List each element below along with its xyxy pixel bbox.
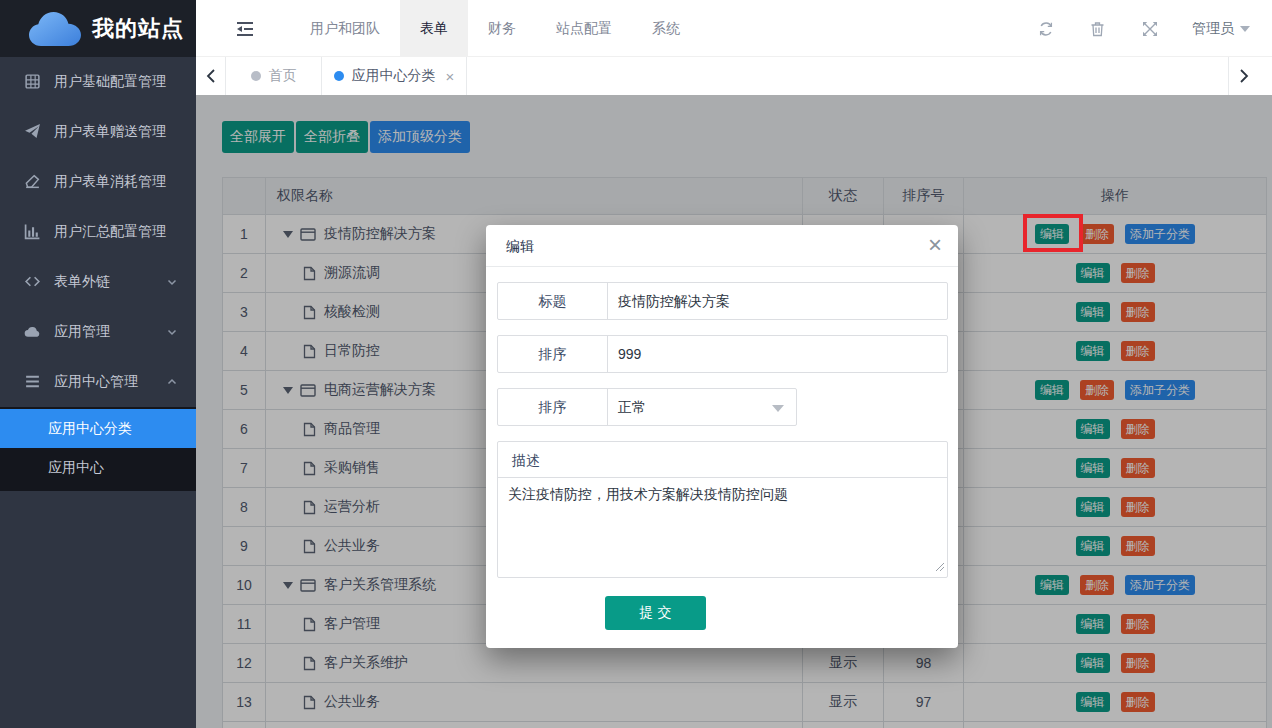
- modal-title: 编辑: [486, 225, 958, 267]
- top-nav-item-1[interactable]: 表单: [400, 0, 468, 57]
- bar-chart-icon: [24, 223, 42, 241]
- select-caret-icon: [772, 405, 784, 412]
- sidebar-item-label: 应用中心管理: [54, 373, 138, 391]
- admin-label: 管理员: [1192, 20, 1234, 36]
- fullscreen-icon[interactable]: [1142, 21, 1158, 37]
- resize-handle-icon[interactable]: [935, 559, 945, 575]
- submit-button[interactable]: 提 交: [605, 596, 706, 630]
- sidebar-item-label: 表单外链: [54, 273, 110, 291]
- sidebar-item-1[interactable]: 用户表单赠送管理: [0, 107, 196, 157]
- collapse-sidebar-icon[interactable]: [234, 18, 256, 40]
- modal-header: 编辑 ×: [486, 225, 958, 267]
- tab-label: 首页: [269, 67, 297, 85]
- top-nav-item-3[interactable]: 站点配置: [536, 0, 632, 57]
- modal-close-icon[interactable]: ×: [928, 231, 942, 259]
- cloud-icon: [24, 323, 42, 341]
- sidebar-menu: 用户基础配置管理用户表单赠送管理用户表单消耗管理用户汇总配置管理表单外链应用管理…: [0, 57, 196, 491]
- field-label: 排序: [498, 336, 608, 372]
- sidebar-item-label: 用户基础配置管理: [54, 73, 166, 91]
- chevron-up-icon: [166, 376, 178, 388]
- tab-1[interactable]: 应用中心分类 ×: [322, 57, 467, 95]
- sidebar-item-2[interactable]: 用户表单消耗管理: [0, 157, 196, 207]
- app-root: 我的站点 用户基础配置管理用户表单赠送管理用户表单消耗管理用户汇总配置管理表单外…: [0, 0, 1272, 728]
- tab-label: 应用中心分类: [352, 67, 436, 85]
- sidebar: 我的站点 用户基础配置管理用户表单赠送管理用户表单消耗管理用户汇总配置管理表单外…: [0, 0, 196, 728]
- field-input[interactable]: 999: [608, 336, 947, 372]
- field-label: 标题: [498, 283, 608, 319]
- tabs-scroll-left[interactable]: [196, 57, 226, 95]
- admin-menu[interactable]: 管理员: [1192, 0, 1250, 57]
- tab-status-dot: [251, 71, 261, 81]
- send-icon: [24, 123, 42, 141]
- edit-modal: 编辑 × 标题疫情防控解决方案排序999排序正常描述关注疫情防控，用技术方案解决…: [486, 225, 958, 648]
- tab-close-icon[interactable]: ×: [446, 68, 455, 85]
- top-nav-item-0[interactable]: 用户和团队: [290, 0, 400, 57]
- tab-status-dot: [334, 71, 344, 81]
- sidebar-submenu: 应用中心分类应用中心: [0, 407, 196, 491]
- logo-area: 我的站点: [0, 0, 196, 57]
- field-select[interactable]: 正常: [608, 389, 796, 425]
- eraser-icon: [24, 173, 42, 191]
- top-nav-item-4[interactable]: 系统: [632, 0, 700, 57]
- sidebar-item-0[interactable]: 用户基础配置管理: [0, 57, 196, 107]
- form-field-1: 排序999: [497, 335, 948, 373]
- annotation-highlight: [1023, 214, 1083, 252]
- trash-icon[interactable]: [1090, 21, 1106, 37]
- form-field-2: 排序正常: [497, 388, 797, 426]
- site-title: 我的站点: [92, 14, 184, 44]
- top-nav-item-2[interactable]: 财务: [468, 0, 536, 57]
- topbar: 用户和团队表单财务站点配置系统: [196, 0, 1272, 57]
- field-label: 排序: [498, 389, 608, 425]
- tabs-scroll-right[interactable]: [1228, 57, 1272, 95]
- form-field-3: 描述关注疫情防控，用技术方案解决疫情防控问题: [497, 441, 948, 578]
- field-input[interactable]: 疫情防控解决方案: [608, 283, 947, 319]
- caret-down-icon: [1240, 26, 1250, 32]
- sidebar-item-label: 用户表单消耗管理: [54, 173, 166, 191]
- form-field-0: 标题疫情防控解决方案: [497, 282, 948, 320]
- top-nav: 用户和团队表单财务站点配置系统: [290, 0, 700, 57]
- content-area: 全部展开 全部折叠 添加顶级分类 权限名称状态排序号操作 1疫情防控解决方案编辑…: [196, 95, 1272, 728]
- tabbar: 首页 应用中心分类 ×: [196, 57, 1272, 95]
- cloud-logo-icon: [28, 10, 82, 48]
- sidebar-item-3[interactable]: 用户汇总配置管理: [0, 207, 196, 257]
- top-actions: 管理员: [992, 0, 1272, 57]
- tabs: 首页 应用中心分类 ×: [226, 57, 467, 95]
- menu-icon: [24, 373, 42, 391]
- link-icon: [24, 273, 42, 291]
- sidebar-item-label: 用户表单赠送管理: [54, 123, 166, 141]
- refresh-icon[interactable]: [1038, 21, 1054, 37]
- grid-icon: [24, 73, 42, 91]
- sidebar-item-4[interactable]: 表单外链: [0, 257, 196, 307]
- sidebar-item-label: 用户汇总配置管理: [54, 223, 166, 241]
- chevron-down-icon: [166, 276, 178, 288]
- modal-body: 标题疫情防控解决方案排序999排序正常描述关注疫情防控，用技术方案解决疫情防控问…: [486, 267, 958, 630]
- chevron-down-icon: [166, 326, 178, 338]
- sidebar-subitem-1[interactable]: 应用中心: [0, 448, 196, 487]
- sidebar-item-5[interactable]: 应用管理: [0, 307, 196, 357]
- field-textarea[interactable]: 关注疫情防控，用技术方案解决疫情防控问题: [498, 478, 947, 577]
- tab-0[interactable]: 首页: [226, 57, 322, 95]
- sidebar-item-label: 应用管理: [54, 323, 110, 341]
- sidebar-subitem-0[interactable]: 应用中心分类: [0, 409, 196, 448]
- sidebar-item-6[interactable]: 应用中心管理: [0, 357, 196, 407]
- field-label: 描述: [498, 442, 947, 478]
